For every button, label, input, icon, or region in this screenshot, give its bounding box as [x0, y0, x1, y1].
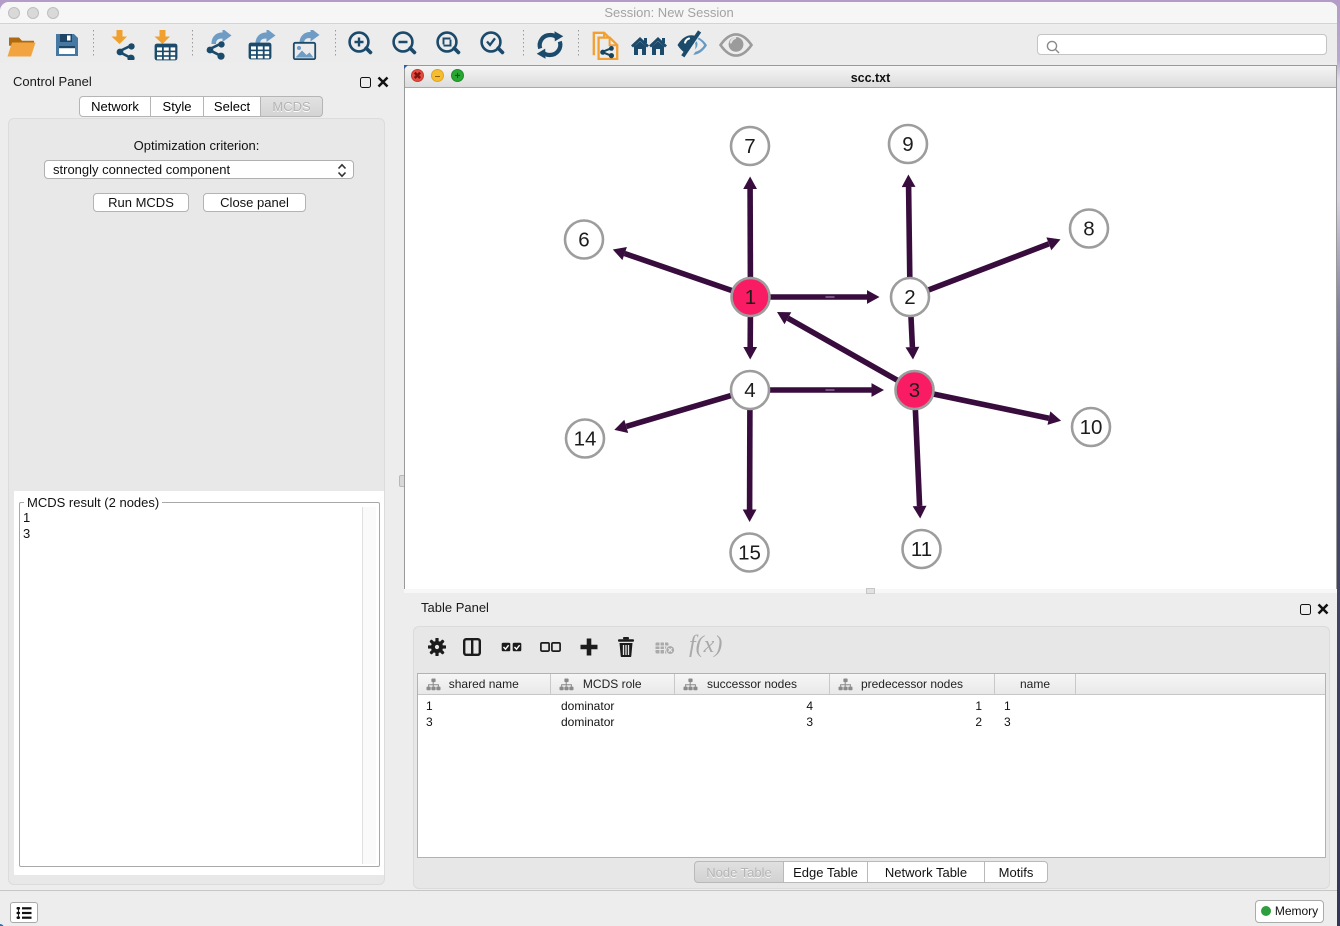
svg-text:6: 6: [578, 229, 589, 252]
svg-text:9: 9: [902, 133, 913, 156]
svg-text:2: 2: [904, 286, 915, 309]
svg-text:4: 4: [744, 379, 755, 402]
svg-text:15: 15: [738, 542, 761, 565]
svg-text:3: 3: [909, 379, 920, 402]
svg-text:8: 8: [1083, 218, 1094, 241]
svg-text:14: 14: [574, 428, 597, 451]
svg-text:7: 7: [744, 135, 755, 158]
svg-text:1: 1: [745, 286, 756, 309]
svg-text:10: 10: [1080, 416, 1103, 439]
svg-text:11: 11: [911, 538, 932, 561]
